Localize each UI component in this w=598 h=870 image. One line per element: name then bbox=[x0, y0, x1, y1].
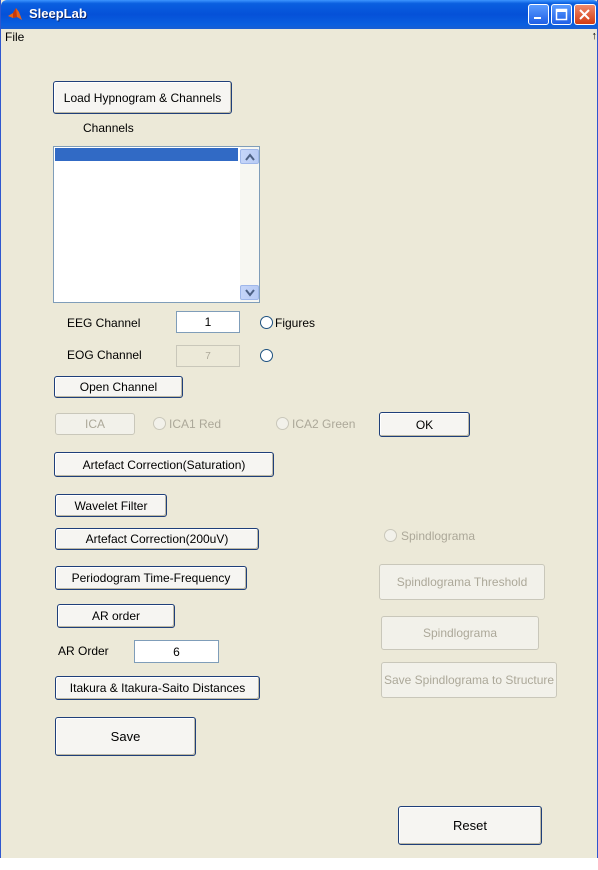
spindlograma-radio[interactable] bbox=[384, 529, 397, 542]
chevron-down-icon bbox=[245, 289, 255, 297]
artefact-200uv-button[interactable]: Artefact Correction(200uV) bbox=[55, 528, 259, 550]
ar-order-label: AR Order bbox=[58, 644, 109, 658]
ica2-green-radio[interactable] bbox=[276, 417, 289, 430]
spindlograma-button[interactable]: Spindlograma bbox=[381, 616, 539, 650]
menu-file[interactable]: File bbox=[5, 30, 24, 44]
load-hypnogram-button[interactable]: Load Hypnogram & Channels bbox=[53, 81, 232, 114]
ica2-green-label: ICA2 Green bbox=[292, 417, 356, 431]
spindlograma-threshold-button[interactable]: Spindlograma Threshold bbox=[379, 564, 545, 600]
scroll-down-button[interactable] bbox=[240, 285, 259, 300]
chevron-up-icon bbox=[245, 153, 255, 161]
maximize-button[interactable] bbox=[551, 4, 572, 25]
open-channel-button[interactable]: Open Channel bbox=[54, 376, 183, 398]
reset-button[interactable]: Reset bbox=[398, 806, 542, 845]
list-selected-item[interactable] bbox=[55, 148, 238, 161]
eog-channel-label: EOG Channel bbox=[67, 348, 142, 362]
sleeplab-window: SleepLab File ↑ Load Hypnogram & Channel… bbox=[0, 0, 598, 858]
figures-radio-label: Figures bbox=[275, 316, 316, 330]
ica1-red-radio[interactable] bbox=[153, 417, 166, 430]
toolbar-toggle-arrow[interactable]: ↑ bbox=[592, 30, 598, 42]
save-spindlograma-button[interactable]: Save Spindlograma to Structure bbox=[381, 662, 557, 698]
minimize-icon bbox=[534, 17, 541, 19]
scroll-up-button[interactable] bbox=[240, 149, 259, 164]
itakura-distances-button[interactable]: Itakura & Itakura-Saito Distances bbox=[55, 676, 260, 700]
menu-bar: File ↑ bbox=[1, 29, 597, 45]
artefact-saturation-button[interactable]: Artefact Correction(Saturation) bbox=[54, 452, 274, 477]
wavelet-filter-button[interactable]: Wavelet Filter bbox=[55, 494, 167, 517]
eog-channel-field[interactable]: 7 bbox=[176, 345, 240, 367]
listbox-scrollbar[interactable] bbox=[240, 147, 259, 302]
matlab-logo-icon bbox=[8, 8, 22, 20]
channels-label: Channels bbox=[83, 121, 134, 135]
close-icon bbox=[579, 9, 590, 20]
eeg-channel-field[interactable]: 1 bbox=[176, 311, 240, 333]
save-button[interactable]: Save bbox=[55, 717, 196, 756]
figures-radio[interactable] bbox=[260, 316, 273, 329]
title-bar[interactable]: SleepLab bbox=[1, 0, 598, 29]
ica-button[interactable]: ICA bbox=[55, 413, 135, 435]
minimize-button[interactable] bbox=[528, 4, 549, 25]
ar-order-button[interactable]: AR order bbox=[57, 604, 175, 628]
eeg-channel-label: EEG Channel bbox=[67, 316, 141, 330]
maximize-icon bbox=[555, 8, 568, 21]
window-title: SleepLab bbox=[29, 6, 87, 21]
periodogram-button[interactable]: Periodogram Time-Frequency bbox=[55, 566, 247, 590]
ar-order-field[interactable]: 6 bbox=[134, 640, 219, 663]
spindlograma-radio-label: Spindlograma bbox=[401, 529, 476, 543]
ok-button[interactable]: OK bbox=[379, 412, 470, 437]
channels-listbox[interactable] bbox=[53, 146, 260, 303]
ica1-red-label: ICA1 Red bbox=[169, 417, 222, 431]
eog-radio[interactable] bbox=[260, 349, 273, 362]
close-button[interactable] bbox=[574, 4, 596, 25]
